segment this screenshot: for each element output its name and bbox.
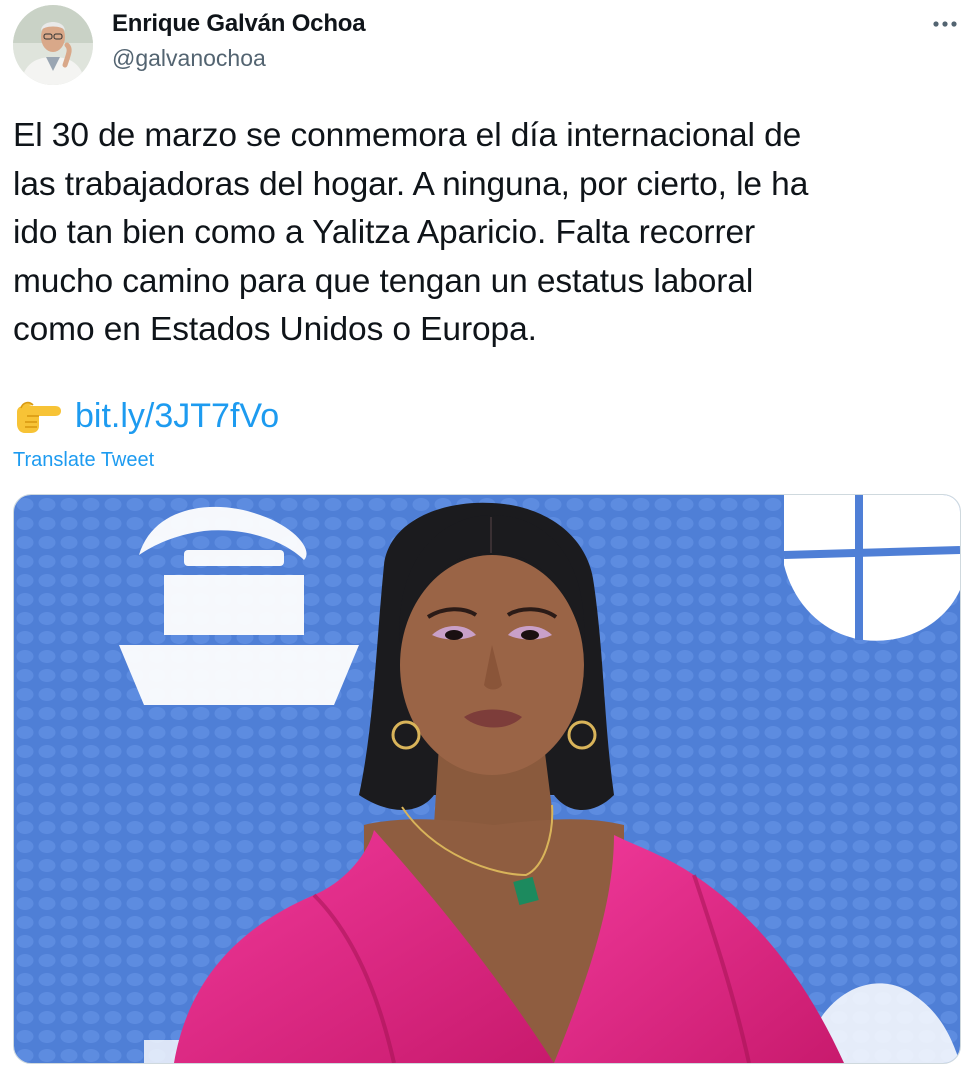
translate-tweet-link[interactable]: Translate Tweet: [13, 449, 154, 472]
tweet-link-row: bit.ly/3JT7fVo: [13, 392, 279, 440]
tweet-text-line: ido tan bien como a Yalitza Aparicio. Fa…: [13, 214, 756, 251]
tweet-text-line: como en Estados Unidos o Europa.: [13, 311, 537, 348]
author-avatar[interactable]: [13, 5, 93, 85]
tweet-text-line: las trabajadoras del hogar. A ninguna, p…: [13, 165, 809, 203]
more-horizontal-icon: [933, 21, 957, 27]
author-display-name[interactable]: Enrique Galván Ochoa: [112, 10, 366, 38]
tweet-text-line: mucho camino para que tengan un estatus …: [13, 262, 754, 300]
author-handle[interactable]: @galvanochoa: [112, 45, 266, 72]
tweet-text-line: El 30 de marzo se conmemora el día inter…: [13, 117, 802, 154]
pointing-right-hand-icon: [17, 401, 61, 433]
tweet-text: El 30 de marzo se conmemora el día inter…: [13, 112, 953, 355]
tweet-link[interactable]: bit.ly/3JT7fVo: [75, 397, 279, 436]
tweet-photo: [14, 495, 960, 1063]
tweet-media-image[interactable]: [13, 494, 961, 1064]
more-options-button[interactable]: [927, 10, 963, 38]
